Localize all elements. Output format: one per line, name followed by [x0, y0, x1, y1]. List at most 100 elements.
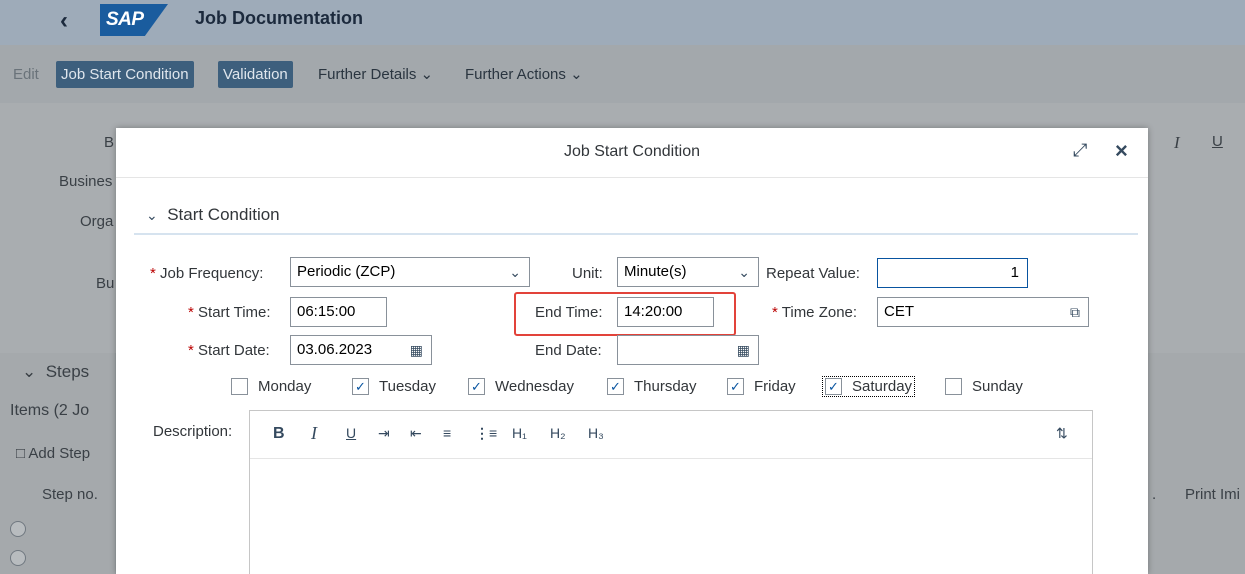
app-title: Job Documentation [195, 8, 364, 28]
day-checkbox-thursday[interactable]: ✓ Thursday [607, 378, 697, 395]
steps-title: ⌄ Steps [22, 362, 89, 382]
day-label: Wednesday [495, 378, 574, 395]
chevron-down-icon: ⌄ [420, 66, 434, 83]
chevron-down-icon: ⌄ [570, 66, 583, 83]
day-label: Saturday [852, 378, 913, 395]
required-marker: * [772, 304, 778, 321]
job-frequency-label: * Job Frequency: [150, 265, 263, 282]
checkbox-box[interactable] [945, 378, 962, 395]
heading-3-button[interactable]: H₃ [588, 425, 604, 441]
calendar-icon[interactable]: ▦ [410, 336, 423, 364]
underline-icon[interactable]: U [346, 425, 356, 441]
further-details-label: Further Details [318, 66, 417, 83]
day-label: Thursday [634, 378, 697, 395]
repeat-value-input[interactable]: 1 [877, 258, 1028, 288]
checkmark-icon[interactable]: ✓ [352, 378, 369, 395]
day-checkbox-sunday[interactable]: Sunday [945, 378, 1023, 395]
day-checkbox-friday[interactable]: ✓ Friday [727, 378, 796, 395]
underline-icon: U [1212, 133, 1223, 150]
unit-value: Minute(s) [624, 263, 687, 280]
day-checkbox-monday[interactable]: Monday [231, 378, 311, 395]
start-date-label-text: Start Date: [198, 342, 270, 359]
chevron-down-icon[interactable]: ⌄ [738, 258, 750, 286]
chevron-down-icon: ⌄ [22, 362, 37, 381]
object-toolbar: Edit Job Start Condition Validation Furt… [0, 45, 1245, 103]
calendar-icon[interactable]: ▦ [737, 336, 750, 364]
start-condition-section-header[interactable]: ⌄ Start Condition [146, 205, 280, 225]
unit-select[interactable]: Minute(s) ⌄ [617, 257, 759, 287]
heading-1-button[interactable]: H₁ [512, 425, 527, 441]
steps-title-label: Steps [45, 362, 90, 381]
checkmark-icon[interactable]: ✓ [825, 378, 842, 395]
time-zone-input[interactable]: CET ⧉ [877, 297, 1089, 327]
print-column-header: Print Imi [1185, 486, 1241, 503]
section-title-label: Start Condition [167, 205, 280, 224]
italic-icon[interactable]: I [311, 423, 317, 444]
time-zone-value: CET [884, 303, 914, 320]
start-time-input[interactable]: 06:15:00 [290, 297, 387, 327]
editor-toolbar: B I U ⇥ ⇤ ≡ ⋮≡ H₁ H₂ H₃ ⇅ [250, 411, 1092, 459]
background-steps-section: ⌄ Steps Items (2 Jo □ Add Step Step no. [0, 353, 115, 574]
bulleted-list-icon[interactable]: ⋮≡ [475, 425, 497, 442]
start-time-label-text: Start Time: [198, 304, 271, 321]
step-no-header: Step no. [42, 486, 98, 503]
end-date-label: End Date: [535, 342, 602, 359]
day-label: Monday [258, 378, 312, 395]
further-actions-menu[interactable]: Further Actions ⌄ [460, 61, 588, 88]
validation-button[interactable]: Validation [218, 61, 293, 88]
checkmark-icon[interactable]: ✓ [727, 378, 744, 395]
row-radio[interactable] [10, 550, 26, 566]
unit-label: Unit: [572, 265, 603, 282]
day-checkbox-saturday[interactable]: ✓ Saturday [821, 376, 916, 397]
day-label: Sunday [972, 378, 1023, 395]
day-label: Tuesday [379, 378, 436, 395]
bg-label: Orga [80, 213, 114, 230]
outdent-icon[interactable]: ⇤ [410, 425, 422, 442]
add-step-label: Add Step [28, 445, 91, 462]
job-start-condition-button[interactable]: Job Start Condition [56, 61, 194, 88]
add-step-button[interactable]: □ Add Step [16, 445, 90, 462]
job-frequency-select[interactable]: Periodic (ZCP) ⌄ [290, 257, 530, 287]
row-radio[interactable] [10, 521, 26, 537]
description-rich-text-editor[interactable]: B I U ⇥ ⇤ ≡ ⋮≡ H₁ H₂ H₃ ⇅ [249, 410, 1093, 574]
day-checkbox-wednesday[interactable]: ✓ Wednesday [468, 378, 574, 395]
numbered-list-icon[interactable]: ≡ [443, 425, 451, 441]
end-date-picker[interactable]: ▦ [617, 335, 759, 365]
chevron-down-icon[interactable]: ⌄ [509, 258, 521, 286]
required-marker: * [188, 304, 194, 321]
job-frequency-label-text: Job Frequency: [160, 265, 264, 282]
indent-icon[interactable]: ⇥ [378, 425, 390, 442]
time-zone-label: * Time Zone: [772, 304, 857, 321]
line-spacing-icon[interactable]: ⇅ [1056, 425, 1068, 442]
bg-label: B [104, 134, 115, 151]
close-icon[interactable]: × [1115, 138, 1128, 164]
resize-icon[interactable]: ⤢ [1073, 140, 1087, 161]
further-details-menu[interactable]: Further Details ⌄ [313, 61, 438, 88]
repeat-value-label: Repeat Value: [766, 265, 860, 282]
start-date-picker[interactable]: 03.06.2023 ▦ [290, 335, 432, 365]
column-fragment: . [1152, 486, 1157, 503]
edit-button[interactable]: Edit [8, 61, 44, 88]
add-icon: □ [16, 445, 26, 462]
dialog-title: Job Start Condition [563, 143, 701, 160]
checkmark-icon[interactable]: ✓ [468, 378, 485, 395]
items-title: Items (2 Jo [10, 402, 90, 419]
heading-2-button[interactable]: H₂ [550, 425, 566, 441]
checkbox-box[interactable] [231, 378, 248, 395]
job-frequency-value: Periodic (ZCP) [297, 263, 396, 280]
checkmark-icon[interactable]: ✓ [607, 378, 624, 395]
required-marker: * [188, 342, 194, 359]
chevron-down-icon: ⌄ [146, 207, 158, 223]
further-actions-label: Further Actions [465, 66, 566, 83]
bold-icon[interactable]: B [273, 425, 285, 443]
start-time-label: * Start Time: [188, 304, 271, 321]
value-help-icon[interactable]: ⧉ [1070, 298, 1080, 326]
bg-label: Busines [59, 173, 113, 190]
chevron-left-icon[interactable]: ‹ [60, 7, 68, 35]
end-time-input[interactable]: 14:20:00 [617, 297, 714, 327]
dialog-header: Job Start Condition ⤢ × [116, 128, 1148, 178]
day-checkbox-tuesday[interactable]: ✓ Tuesday [352, 378, 436, 395]
job-start-condition-dialog: Job Start Condition ⤢ × ⌄ Start Conditio… [116, 128, 1148, 574]
start-date-label: * Start Date: [188, 342, 270, 359]
end-time-label: End Time: [535, 304, 603, 321]
